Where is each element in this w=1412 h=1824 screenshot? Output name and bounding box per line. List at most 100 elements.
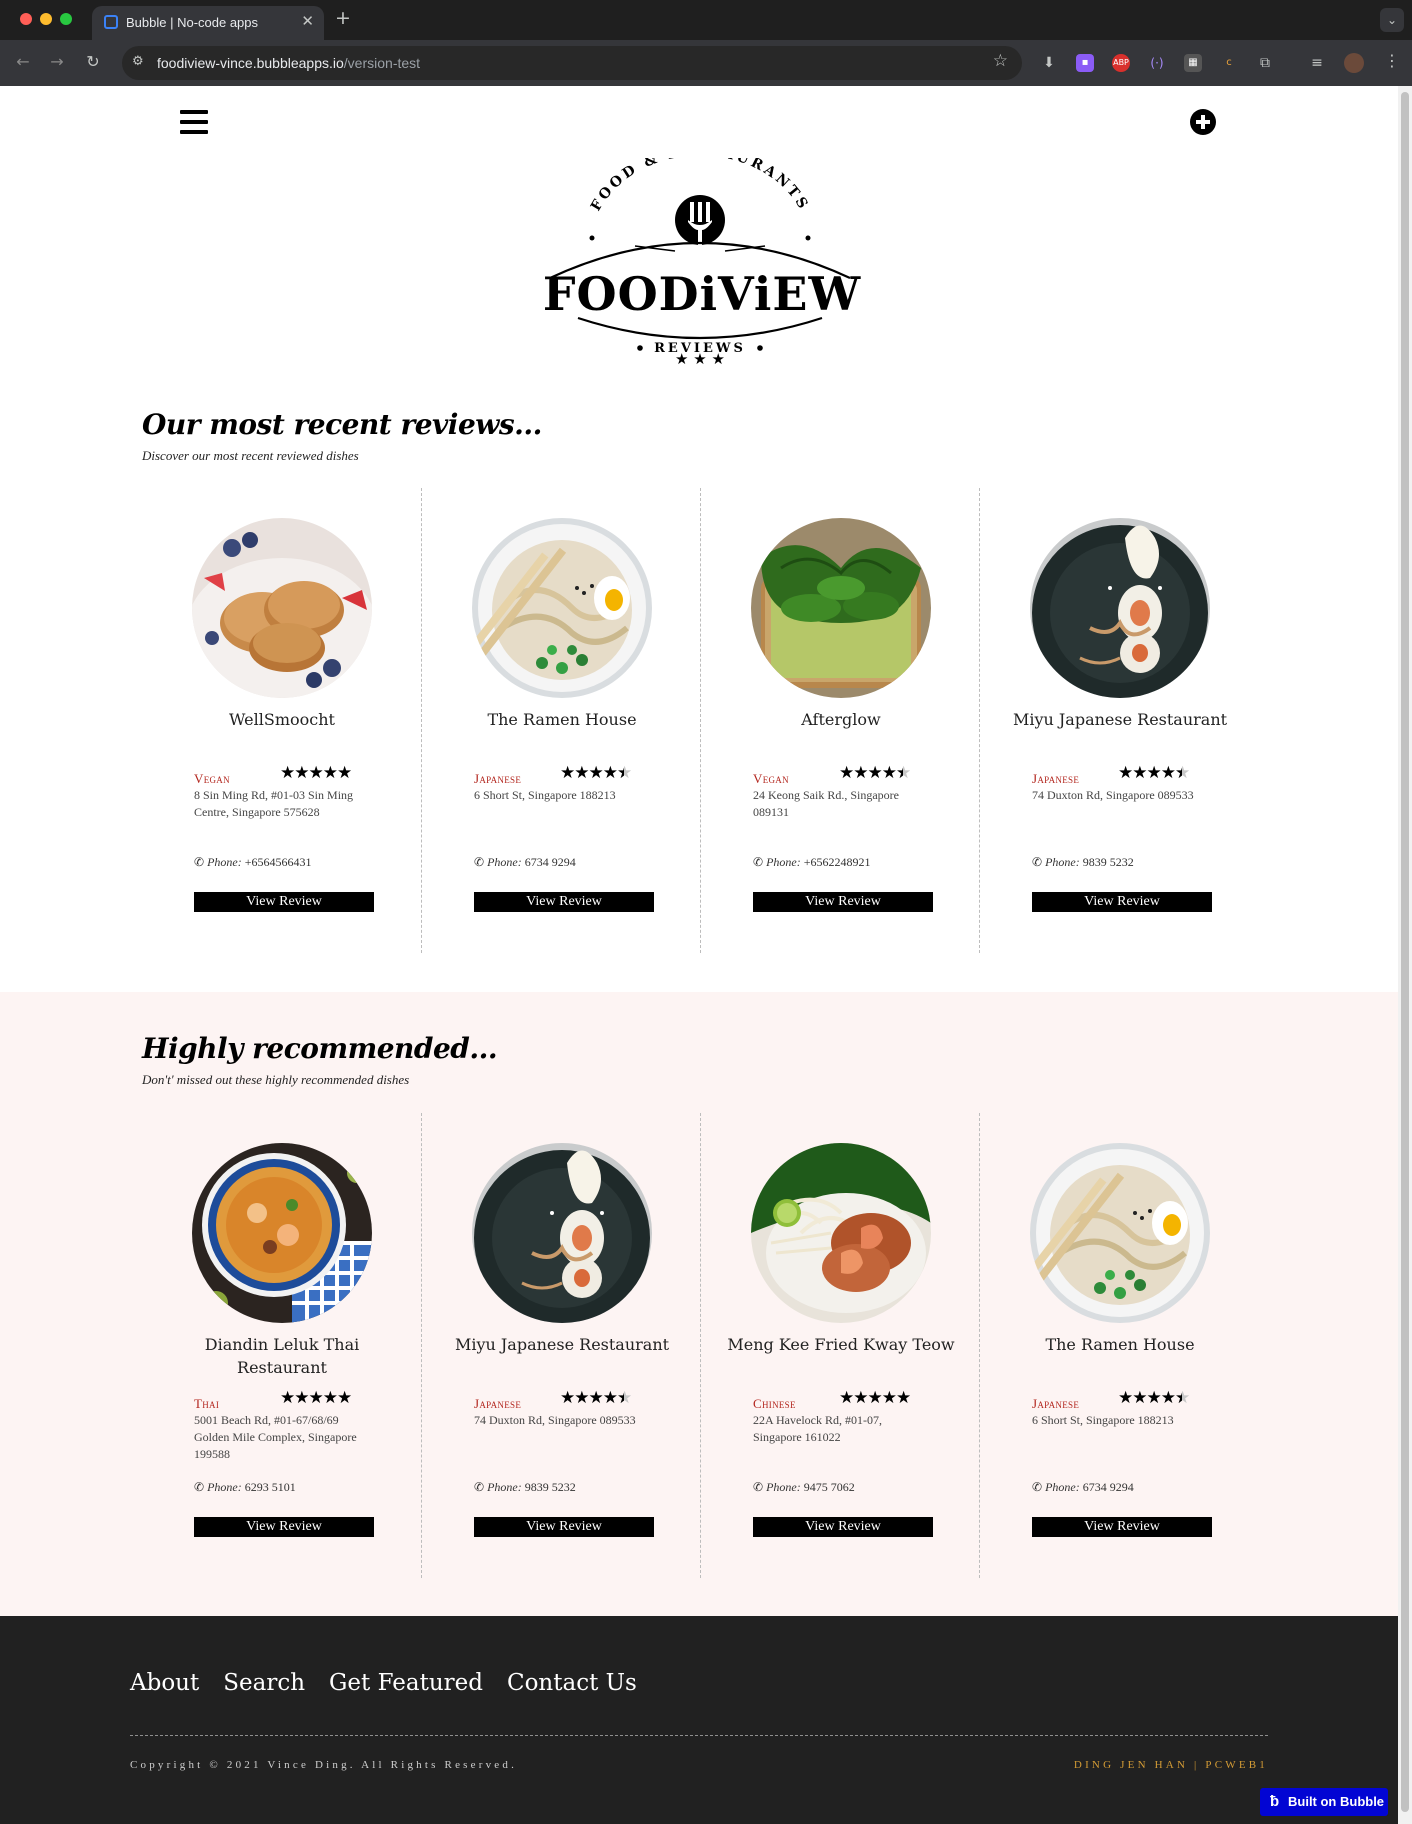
reload-icon[interactable]: ↻ — [82, 51, 104, 73]
star-full-icon: ★ — [294, 1388, 309, 1408]
qr-code-icon[interactable]: ▦ — [1184, 54, 1202, 72]
phone-number: +6562248921 — [803, 855, 871, 869]
extension-wave-icon[interactable]: (·) — [1148, 54, 1166, 72]
foodiview-logo[interactable]: FOOD & RESTAURANTS FOODiViEW REVIEWS ★ ★… — [530, 143, 870, 368]
phone-icon: ✆ — [474, 855, 488, 869]
browser-tab-active[interactable]: Bubble | No-code apps ✕ — [92, 6, 324, 40]
footer-link-get-featured[interactable]: Get Featured — [329, 1670, 483, 1696]
extension-purple-icon[interactable]: ▪ — [1076, 54, 1094, 72]
restaurant-address: 22A Havelock Rd, #01-07, Singapore 16102… — [753, 1413, 882, 1444]
footer-link-about[interactable]: About — [130, 1670, 199, 1696]
star-half-icon: ★★ — [617, 763, 632, 783]
maximize-window-button[interactable] — [60, 13, 72, 25]
star-half-icon: ★★ — [617, 1388, 632, 1408]
star-rating: ★★★★★ — [280, 763, 362, 785]
footer-divider — [130, 1735, 1268, 1736]
extensions-puzzle-icon[interactable]: ⧉ — [1256, 54, 1274, 72]
url-path: /version-test — [343, 55, 421, 71]
view-review-button[interactable]: View Review — [474, 892, 654, 912]
page-scrollbar[interactable] — [1398, 86, 1412, 1824]
extension-c-icon[interactable]: c — [1220, 54, 1238, 72]
view-review-button[interactable]: View Review — [194, 892, 374, 912]
star-full-icon: ★ — [839, 1388, 854, 1408]
profile-avatar[interactable] — [1344, 53, 1364, 73]
restaurant-photo[interactable] — [751, 1143, 931, 1323]
restaurant-phone: ✆ Phone: 9839 5232 — [1032, 855, 1212, 870]
close-window-button[interactable] — [20, 13, 32, 25]
phone-icon: ✆ — [474, 1480, 488, 1494]
phone-icon: ✆ — [194, 855, 208, 869]
view-review-button[interactable]: View Review — [1032, 892, 1212, 912]
copyright-text: Copyright © 2021 Vince Ding. All Rights … — [130, 1759, 518, 1771]
built-on-bubble-badge[interactable]: ƀ Built on Bubble — [1260, 1788, 1388, 1816]
star-full-icon: ★ — [560, 763, 575, 783]
bubble-logo-icon: ƀ — [1270, 1793, 1280, 1810]
restaurant-card: Meng Kee Fried Kway Teow Chinese ★★★★★ 22A … — [700, 1113, 979, 1578]
new-tab-icon[interactable]: + — [335, 7, 351, 29]
restaurant-phone: ✆ Phone: 6734 9294 — [1032, 1480, 1212, 1495]
star-full-icon: ★ — [337, 763, 352, 783]
footer-link-search[interactable]: Search — [223, 1670, 305, 1696]
star-rating: ★★★★★★ — [1118, 1388, 1200, 1410]
recommended-section-subtitle: Don't' missed out these highly recommend… — [142, 1072, 410, 1087]
recent-section-title: Our most recent reviews... — [142, 408, 542, 441]
built-on-bubble-label: Built on Bubble — [1288, 1794, 1385, 1809]
minimize-window-button[interactable] — [40, 13, 52, 25]
download-icon[interactable]: ⬇ — [1040, 54, 1058, 72]
media-controls-icon[interactable]: ≡ — [1308, 54, 1326, 72]
star-full-icon: ★ — [1146, 763, 1162, 783]
restaurant-phone: ✆ Phone: +6564566431 — [194, 855, 374, 870]
plus-circle-icon[interactable] — [1190, 109, 1216, 135]
restaurant-card: Miyu Japanese RestaurantJapanese★★★★★★74… — [979, 488, 1258, 953]
forward-arrow-icon[interactable]: → — [46, 51, 68, 73]
bookmark-star-icon[interactable]: ☆ — [993, 51, 1008, 71]
view-review-button[interactable]: View Review — [474, 1517, 654, 1537]
hamburger-icon[interactable] — [180, 110, 208, 134]
restaurant-photo[interactable] — [1030, 518, 1210, 698]
footer-nav: About Search Get Featured Contact Us — [130, 1670, 657, 1696]
view-review-button[interactable]: View Review — [753, 892, 933, 912]
star-full-icon: ★ — [574, 763, 589, 783]
star-full-icon: ★ — [853, 763, 868, 783]
cuisine-tag: Vegan — [753, 771, 789, 786]
restaurant-photo[interactable] — [1030, 1143, 1210, 1323]
adblock-icon[interactable]: ABP — [1112, 54, 1130, 72]
restaurant-name: The Ramen House — [1045, 1335, 1195, 1354]
phone-label: Phone: — [1045, 855, 1080, 869]
address-bar[interactable]: ⚙ foodiview-vince.bubbleapps.io/version-… — [122, 46, 1022, 80]
browser-menu-icon[interactable]: ⋮ — [1384, 51, 1400, 70]
restaurant-address: 6 Short St, Singapore 188213 — [1032, 1413, 1174, 1427]
view-review-button[interactable]: View Review — [753, 1517, 933, 1537]
restaurant-name: Afterglow — [801, 710, 881, 729]
tab-search-icon[interactable]: ⌄ — [1380, 8, 1404, 32]
restaurant-address: 74 Duxton Rd, Singapore 089533 — [474, 1413, 636, 1427]
credit-text: DING JEN HAN | PCWEB1 — [1073, 1759, 1268, 1771]
restaurant-photo[interactable] — [192, 1143, 372, 1323]
phone-icon: ✆ — [1032, 1480, 1046, 1494]
restaurant-name: Miyu Japanese Restaurant — [1012, 710, 1228, 729]
restaurant-photo[interactable] — [192, 518, 372, 698]
footer-link-contact-us[interactable]: Contact Us — [507, 1670, 637, 1696]
view-review-button[interactable]: View Review — [194, 1517, 374, 1537]
star-full-icon: ★ — [294, 763, 309, 783]
star-full-icon: ★ — [337, 1388, 352, 1408]
star-full-icon: ★ — [308, 763, 324, 783]
site-settings-icon[interactable]: ⚙ — [132, 54, 144, 69]
restaurant-photo[interactable] — [472, 518, 652, 698]
cuisine-tag: Thai — [194, 1396, 220, 1411]
scroll-thumb[interactable] — [1401, 92, 1409, 1812]
restaurant-photo[interactable] — [751, 518, 931, 698]
view-review-button[interactable]: View Review — [1032, 1517, 1212, 1537]
phone-label: Phone: — [207, 855, 242, 869]
restaurant-name: Miyu Japanese Restaurant — [454, 1335, 670, 1354]
star-full-icon: ★ — [853, 1388, 868, 1408]
recommended-grid: Diandin Leluk Thai Restaurant Thai ★★★★★ 50… — [142, 1113, 1258, 1578]
restaurant-card: WellSmoocht Vegan ★★★★★ 8 Sin Ming Rd, #01-… — [142, 488, 421, 953]
back-arrow-icon[interactable]: ← — [12, 51, 34, 73]
phone-icon: ✆ — [194, 1480, 208, 1494]
restaurant-photo[interactable] — [472, 1143, 652, 1323]
star-rating: ★★★★★ — [839, 1388, 921, 1410]
tab-close-icon[interactable]: ✕ — [301, 12, 314, 30]
star-rating: ★★★★★★ — [560, 1388, 642, 1410]
star-full-icon: ★ — [881, 1388, 897, 1408]
